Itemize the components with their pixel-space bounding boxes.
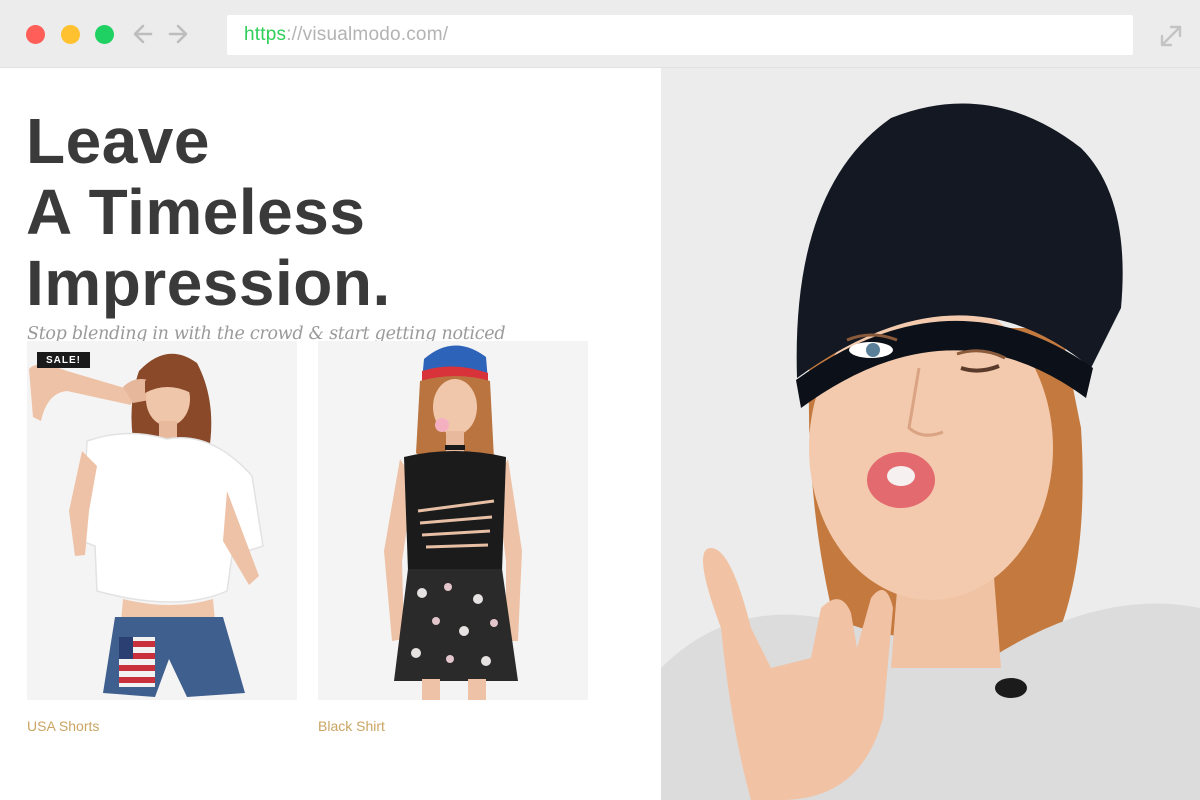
sale-badge: SALE! <box>37 352 90 368</box>
back-arrow-icon[interactable] <box>132 22 154 46</box>
hero-headline: Leave A Timeless Impression. <box>26 106 391 319</box>
product-image-black-shirt <box>384 345 522 700</box>
headline-line-3: Impression. <box>26 247 391 319</box>
browser-toolbar: https://visualmodo.com/ <box>0 0 1200 68</box>
address-bar[interactable]: https://visualmodo.com/ <box>227 15 1133 55</box>
minimize-window-button[interactable] <box>61 25 80 44</box>
close-window-button[interactable] <box>26 25 45 44</box>
url-scheme: https <box>244 24 287 45</box>
product-card-black-shirt[interactable] <box>318 341 588 700</box>
hero-image <box>661 68 1200 800</box>
forward-arrow-icon[interactable] <box>167 22 189 46</box>
product-image-usa-shorts <box>29 353 264 697</box>
url-host: ://visualmodo.com/ <box>286 24 449 45</box>
zoom-window-button[interactable] <box>95 25 114 44</box>
product-name-usa-shorts[interactable]: USA Shorts <box>27 718 99 734</box>
headline-line-1: Leave <box>26 105 210 177</box>
product-name-black-shirt[interactable]: Black Shirt <box>318 718 385 734</box>
expand-icon[interactable] <box>1158 23 1184 49</box>
hero-model-illustration <box>661 68 1200 800</box>
headline-line-2: A Timeless <box>26 176 366 248</box>
product-card-usa-shorts[interactable]: SALE! <box>27 341 297 700</box>
